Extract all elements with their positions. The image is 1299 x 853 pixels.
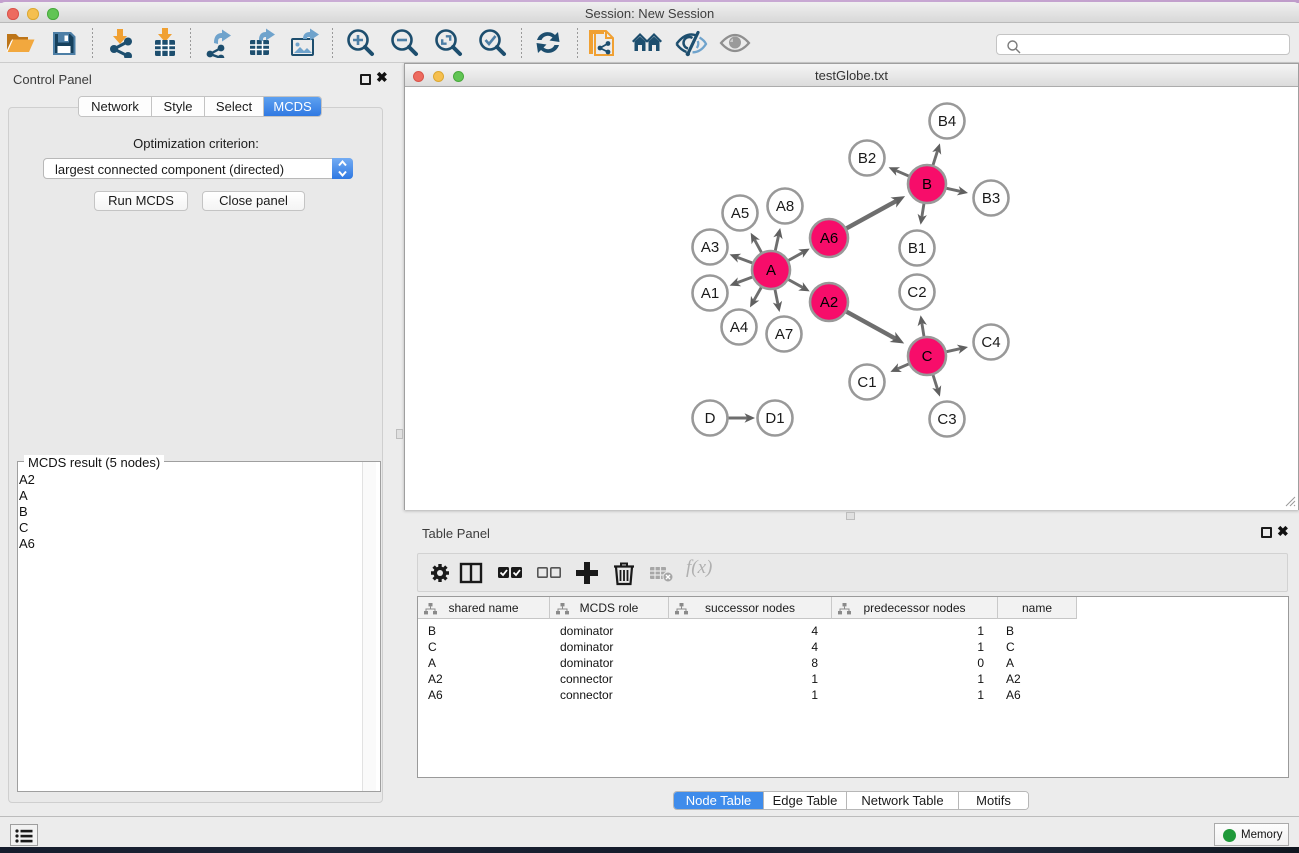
svg-text:C4: C4	[981, 334, 1000, 351]
svg-text:B4: B4	[938, 113, 956, 130]
svg-text:A4: A4	[730, 319, 748, 336]
svg-text:A: A	[766, 262, 776, 279]
svg-text:B1: B1	[908, 240, 926, 257]
svg-text:A1: A1	[701, 285, 719, 302]
svg-text:A5: A5	[731, 205, 749, 222]
svg-text:C3: C3	[937, 411, 956, 428]
svg-text:A6: A6	[820, 230, 838, 247]
svg-text:A8: A8	[776, 198, 794, 215]
svg-text:C2: C2	[907, 284, 926, 301]
svg-text:B3: B3	[982, 190, 1000, 207]
svg-text:D1: D1	[765, 410, 784, 427]
svg-text:A7: A7	[775, 326, 793, 343]
svg-text:A3: A3	[701, 239, 719, 256]
svg-text:C: C	[922, 348, 933, 365]
svg-text:C1: C1	[857, 374, 876, 391]
svg-text:B2: B2	[858, 150, 876, 167]
svg-text:A2: A2	[820, 294, 838, 311]
svg-text:D: D	[705, 410, 716, 427]
svg-text:B: B	[922, 176, 932, 193]
